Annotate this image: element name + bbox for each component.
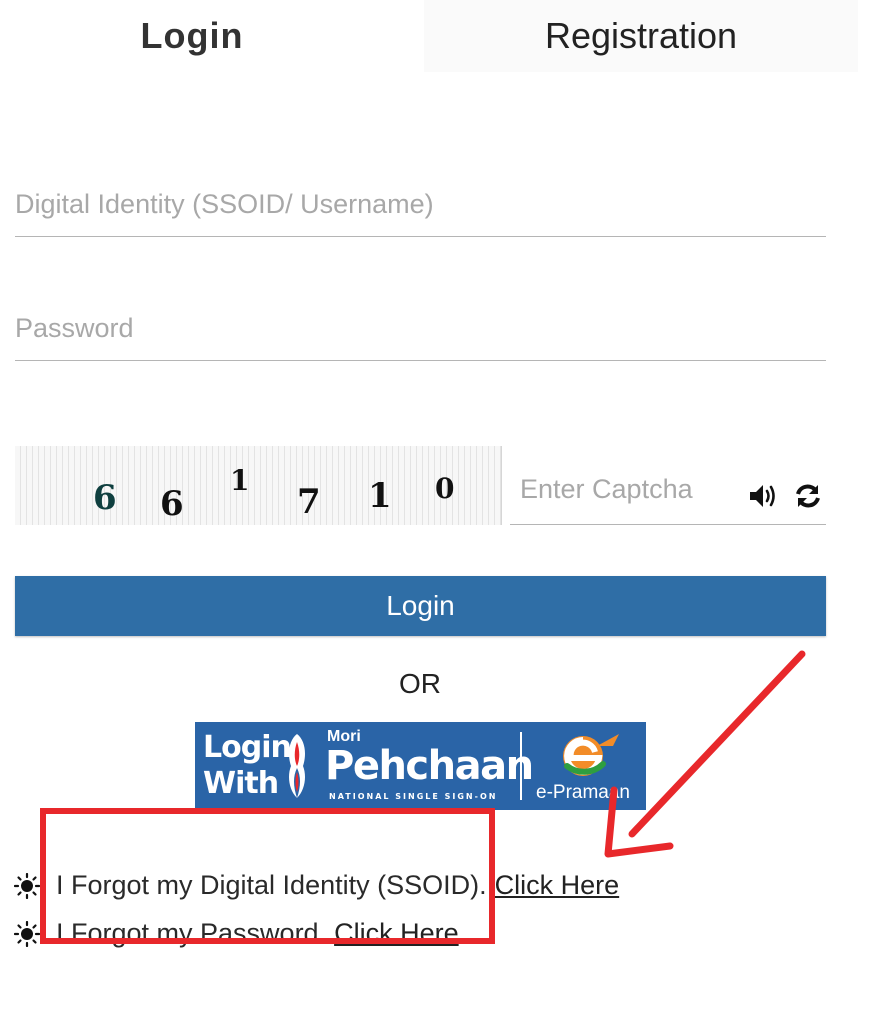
sun-icon bbox=[14, 872, 40, 899]
tab-registration[interactable]: Registration bbox=[424, 0, 858, 72]
forgot-password-link[interactable]: Click Here bbox=[334, 918, 459, 949]
password-input[interactable] bbox=[15, 304, 826, 361]
sso-divider bbox=[520, 732, 522, 800]
sun-icon bbox=[14, 920, 40, 947]
captcha-digit: 1 bbox=[368, 476, 392, 516]
login-with-mori-pehchaan-button[interactable]: Login With Mori Pehchaan NATIONAL SINGLE… bbox=[195, 722, 646, 810]
speaker-icon[interactable] bbox=[746, 478, 782, 514]
captcha-digit: 6 bbox=[93, 478, 117, 518]
tab-login[interactable]: Login bbox=[0, 0, 384, 72]
epramaan-logo-icon bbox=[563, 734, 619, 776]
sso-login-with-label: Login With bbox=[203, 730, 292, 801]
sso-partner-label: e-Pramaan bbox=[536, 782, 630, 803]
ssoid-username-input[interactable] bbox=[15, 180, 826, 237]
login-button[interactable]: Login bbox=[15, 576, 826, 636]
forgot-ssoid-link[interactable]: Click Here bbox=[495, 870, 620, 901]
forgot-ssoid-text: I Forgot my Digital Identity (SSOID). bbox=[56, 870, 487, 900]
captcha-digit: 1 bbox=[230, 464, 250, 497]
pehchaan-figure-icon bbox=[289, 734, 305, 798]
captcha-digit: 7 bbox=[297, 482, 321, 522]
captcha-image: 6 6 1 7 1 0 bbox=[15, 446, 502, 525]
or-separator: OR bbox=[399, 668, 441, 699]
captcha-digit: 0 bbox=[435, 472, 455, 505]
forgot-password-row: I Forgot my Password. Click Here bbox=[14, 918, 459, 949]
captcha-digit: 6 bbox=[160, 484, 184, 524]
forgot-ssoid-row: I Forgot my Digital Identity (SSOID). Cl… bbox=[14, 870, 619, 901]
sso-brand-label: Pehchaan bbox=[325, 743, 534, 789]
refresh-icon[interactable] bbox=[790, 478, 826, 514]
forgot-password-text: I Forgot my Password. bbox=[56, 918, 327, 948]
sso-tagline: NATIONAL SINGLE SIGN-ON bbox=[329, 792, 498, 801]
